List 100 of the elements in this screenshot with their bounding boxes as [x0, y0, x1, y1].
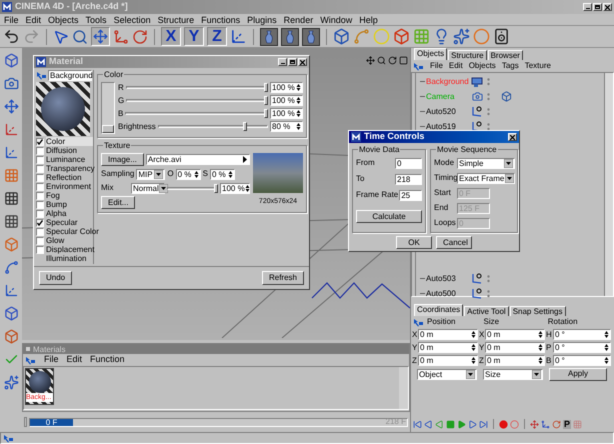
- close-button[interactable]: [298, 58, 307, 66]
- dropdown[interactable]: Object: [417, 368, 477, 380]
- undo-icon[interactable]: [3, 28, 20, 45]
- tab[interactable]: Active Tool: [464, 306, 509, 316]
- move-icon[interactable]: [4, 99, 18, 114]
- menu-item[interactable]: Plugins: [247, 14, 277, 24]
- maximize-button[interactable]: [593, 3, 602, 11]
- channel-item[interactable]: Specular Color: [46, 227, 99, 236]
- number-field[interactable]: 0 m: [418, 329, 478, 340]
- axis-icon[interactable]: [4, 145, 18, 160]
- spinner-icon[interactable]: [471, 356, 476, 365]
- next-frame-icon[interactable]: [468, 420, 477, 428]
- number-field[interactable]: 0 m: [485, 329, 545, 340]
- checkbox[interactable]: [36, 138, 44, 146]
- axis-icon[interactable]: [4, 283, 18, 298]
- menu-item[interactable]: Functions: [201, 14, 240, 24]
- slider[interactable]: [126, 83, 268, 92]
- menu-item[interactable]: Window: [320, 14, 352, 24]
- sparkles-icon[interactable]: [4, 375, 18, 390]
- checkbox[interactable]: [36, 156, 44, 164]
- caret-icon[interactable]: [154, 170, 164, 178]
- checkbox[interactable]: [36, 200, 44, 208]
- grid-icon[interactable]: [4, 214, 18, 229]
- image-button[interactable]: Image...: [101, 153, 144, 166]
- axis-icon[interactable]: [4, 122, 18, 137]
- checkbox[interactable]: [36, 236, 44, 244]
- cursor-hand-icon[interactable]: [36, 71, 47, 80]
- axis-lock-button[interactable]: X: [161, 27, 181, 46]
- channel-item[interactable]: Illumination: [46, 254, 93, 263]
- channel-item[interactable]: Transparency: [46, 164, 95, 173]
- caret-icon[interactable]: [466, 370, 475, 378]
- channel-item[interactable]: Luminance: [46, 155, 93, 164]
- menu-item[interactable]: File: [44, 353, 59, 367]
- rotate-icon[interactable]: [132, 28, 148, 44]
- spinner-icon[interactable]: [296, 83, 301, 92]
- menu-item[interactable]: Texture: [524, 60, 551, 72]
- arrow-icon[interactable]: [242, 155, 248, 164]
- previous-frame-icon[interactable]: [424, 420, 433, 428]
- apply-button[interactable]: Apply: [549, 368, 607, 380]
- first-frame-icon[interactable]: [413, 420, 422, 428]
- cube-icon[interactable]: [4, 53, 18, 68]
- checkbox[interactable]: [36, 146, 44, 154]
- minimize-button[interactable]: [278, 58, 287, 66]
- spinner-icon[interactable]: [538, 343, 543, 352]
- spinner-icon[interactable]: [604, 343, 609, 352]
- number-field[interactable]: 0 m: [485, 342, 545, 353]
- spinner-icon[interactable]: [538, 356, 543, 365]
- object-name[interactable]: Auto500: [426, 288, 470, 300]
- slider-thumb[interactable]: [264, 83, 268, 92]
- spinner-icon[interactable]: [228, 170, 233, 178]
- record-icon[interactable]: [499, 420, 508, 428]
- number-field[interactable]: 100 %: [220, 182, 250, 194]
- menu-item[interactable]: Edit: [26, 14, 42, 24]
- number-field[interactable]: 100 %: [270, 82, 303, 93]
- dropdown[interactable]: Size: [483, 368, 543, 380]
- slider-thumb[interactable]: [242, 122, 247, 131]
- checkbox[interactable]: [36, 174, 44, 182]
- number-field[interactable]: 0 %: [210, 168, 235, 180]
- zoom-view-icon[interactable]: [377, 56, 386, 65]
- channel-item[interactable]: Specular: [46, 218, 93, 227]
- cursor-hand-icon[interactable]: [413, 318, 424, 326]
- caret-icon[interactable]: [532, 370, 541, 378]
- menu-item[interactable]: Objects: [468, 60, 496, 72]
- cursor-hand-icon[interactable]: [3, 434, 14, 442]
- object-name[interactable]: Auto503: [426, 272, 470, 284]
- visibility-dots-icon[interactable]: [487, 122, 490, 130]
- edit-button[interactable]: Edit...: [101, 196, 136, 209]
- channel-item[interactable]: Color: [46, 137, 93, 146]
- channel-item[interactable]: Environment: [46, 182, 93, 191]
- caret-icon[interactable]: [505, 174, 514, 182]
- spinner-icon[interactable]: [604, 356, 609, 365]
- menu-item[interactable]: File: [4, 14, 19, 24]
- grid-icon[interactable]: [4, 191, 18, 206]
- visibility-dots-icon[interactable]: [487, 108, 490, 116]
- channel-item[interactable]: Diffusion: [46, 146, 93, 155]
- caret-icon[interactable]: [504, 158, 513, 168]
- file-field[interactable]: Arche.avi: [146, 154, 250, 165]
- caret-icon[interactable]: [158, 184, 168, 192]
- channel-item[interactable]: Alpha: [46, 209, 93, 218]
- checkbox[interactable]: [36, 246, 44, 254]
- world-axis-icon[interactable]: [230, 28, 247, 45]
- menu-item[interactable]: Selection: [114, 14, 151, 24]
- spinner-icon[interactable]: [296, 96, 301, 105]
- number-field[interactable]: 0 m: [418, 342, 478, 353]
- slider[interactable]: [125, 109, 268, 118]
- menu-item[interactable]: Edit: [66, 353, 82, 367]
- menu-item[interactable]: File: [430, 60, 443, 72]
- menu-item[interactable]: Help: [359, 14, 378, 24]
- cube-tag-icon[interactable]: [501, 91, 512, 102]
- rotate-view-icon[interactable]: [388, 56, 397, 65]
- dropdown[interactable]: Normal: [131, 182, 165, 194]
- axis-lock-button[interactable]: Z: [207, 27, 227, 46]
- cursor-hand-icon[interactable]: [25, 356, 36, 364]
- text-field[interactable]: 0: [395, 158, 422, 168]
- parameter-key[interactable]: P: [563, 420, 572, 428]
- checkbox[interactable]: [36, 210, 44, 218]
- last-frame-icon[interactable]: [479, 420, 488, 428]
- spinner-icon[interactable]: [194, 170, 199, 178]
- cursor-hand-icon[interactable]: [413, 62, 424, 70]
- number-field[interactable]: 0 °: [553, 329, 611, 340]
